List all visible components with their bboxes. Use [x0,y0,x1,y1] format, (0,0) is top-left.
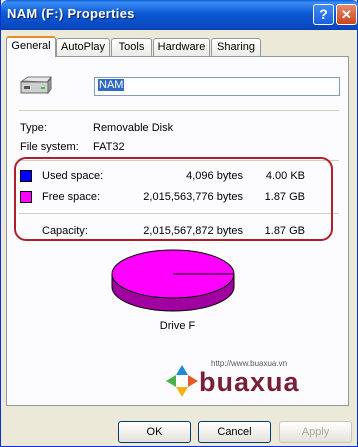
tab-autoplay[interactable]: AutoPlay [56,38,110,56]
ok-button[interactable]: OK [118,421,191,443]
help-button[interactable]: ? [313,4,334,25]
drive-name-input[interactable]: NAM [94,77,340,96]
tab-autoplay-label: AutoPlay [60,41,106,53]
type-value: Removable Disk [93,122,174,134]
capacity-pie-chart [111,249,235,312]
tab-tools-label: Tools [118,41,145,53]
tab-general-label: General [11,40,51,52]
watermark-brand: buaxua [199,367,300,397]
window-title: NAM (F:) Properties [7,6,135,21]
removable-drive-icon [20,76,53,95]
tab-tools[interactable]: Tools [111,38,152,56]
apply-button-label: Apply [301,426,330,438]
tab-general[interactable]: General [6,36,56,57]
drive-name-value: NAM [98,79,125,91]
properties-window: NAM (F:) Properties ? ✕ General AutoPlay… [0,0,358,447]
file-system-label: File system: [20,141,79,153]
general-panel: NAM Type: Removable Disk File system: FA… [6,56,349,406]
ok-button-label: OK [146,426,163,438]
drive-letter-label: Drive F [159,320,196,332]
cancel-button-label: Cancel [217,426,252,438]
close-button[interactable]: ✕ [336,4,357,25]
tab-sharing-label: Sharing [217,41,255,53]
separator [19,110,339,111]
title-bar[interactable]: NAM (F:) Properties ? ✕ [1,0,358,30]
tab-sharing[interactable]: Sharing [211,38,261,56]
apply-button[interactable]: Apply [279,421,352,443]
file-system-value: FAT32 [93,141,125,153]
tab-hardware[interactable]: Hardware [153,38,210,56]
highlight-ring [14,157,333,241]
tab-hardware-label: Hardware [157,41,206,53]
cancel-button[interactable]: Cancel [198,421,271,443]
type-label: Type: [20,122,47,134]
buaxua-logo-icon [166,365,198,397]
